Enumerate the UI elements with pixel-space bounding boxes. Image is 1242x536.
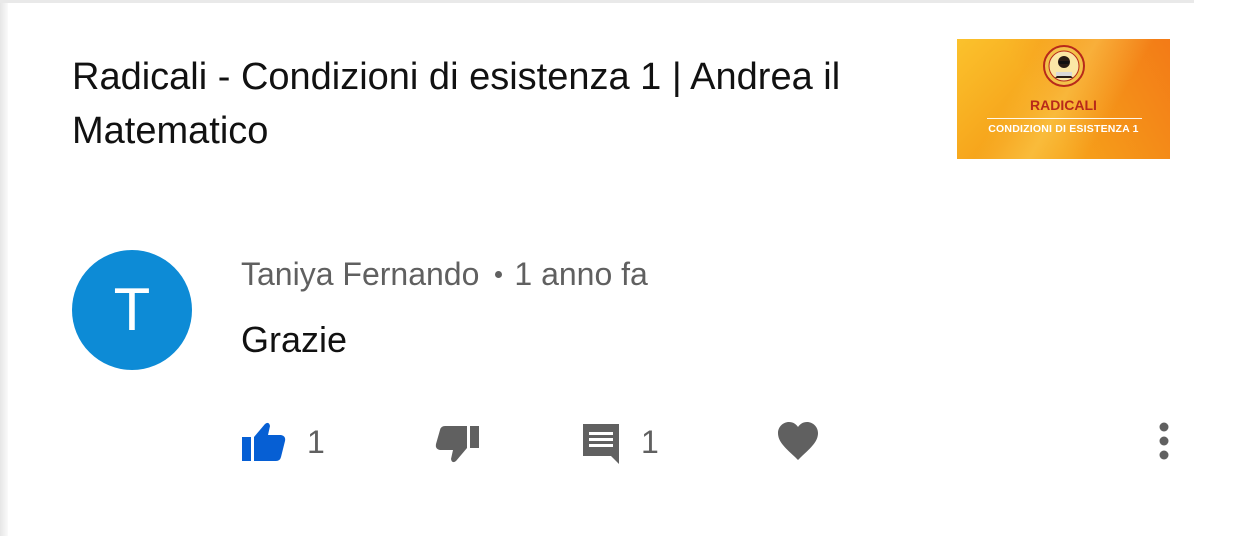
dislike-button[interactable] — [433, 420, 481, 464]
comment-text: Grazie — [241, 319, 348, 360]
more-vert-icon — [1159, 422, 1169, 460]
top-divider — [0, 0, 1194, 3]
heart-icon — [778, 422, 818, 460]
reply-count: 1 — [641, 424, 659, 460]
video-thumbnail[interactable]: RADICALI CONDIZIONI DI ESISTENZA 1 — [957, 39, 1170, 159]
avatar[interactable]: T — [72, 250, 192, 370]
separator-dot — [495, 271, 503, 279]
thumb-up-icon — [242, 422, 286, 461]
like-button[interactable] — [240, 420, 288, 464]
comment-screen: Radicali - Condizioni di esistenza 1 | A… — [0, 0, 1242, 536]
thumbnail-heading: RADICALI — [1030, 97, 1097, 113]
comment-meta: Taniya Fernando 1 anno fa — [241, 254, 648, 294]
thumbnail-subheading: CONDIZIONI DI ESISTENZA 1 — [988, 123, 1139, 135]
video-title[interactable]: Radicali - Condizioni di esistenza 1 | A… — [72, 50, 932, 158]
left-edge-shadow — [0, 0, 8, 536]
channel-logo-icon — [1043, 45, 1085, 87]
comment-time: 1 anno fa — [514, 256, 648, 292]
more-options-button[interactable] — [1154, 420, 1174, 464]
reply-icon — [583, 424, 619, 464]
comment-thread: T Taniya Fernando 1 anno fa Grazie 1 1 — [72, 250, 1182, 490]
thumb-down-icon — [435, 426, 479, 463]
comment-author[interactable]: Taniya Fernando — [241, 256, 479, 292]
like-count: 1 — [307, 424, 325, 460]
thumbnail-divider — [987, 118, 1142, 119]
comment-actions: 1 1 — [72, 420, 1182, 464]
video-header: Radicali - Condizioni di esistenza 1 | A… — [72, 38, 1172, 168]
heart-button[interactable] — [776, 420, 820, 464]
reply-button[interactable] — [579, 420, 623, 464]
